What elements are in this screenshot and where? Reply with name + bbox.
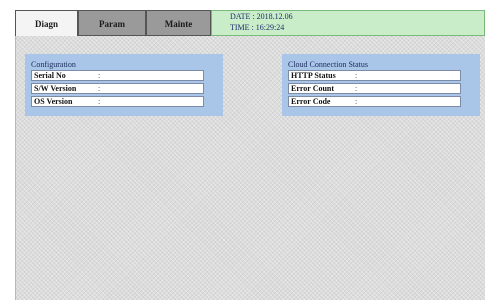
http-status-separator: : xyxy=(355,71,358,80)
tab-param[interactable]: Param xyxy=(78,10,146,36)
error-code-label: Error Code xyxy=(291,97,331,106)
serial-no-row: Serial No : xyxy=(31,70,204,81)
time-display: TIME : 16:29:24 xyxy=(230,23,285,32)
http-status-label: HTTP Status xyxy=(291,71,336,80)
tab-mainte[interactable]: Mainte xyxy=(146,10,211,36)
http-status-row: HTTP Status : xyxy=(288,70,461,81)
error-count-separator: : xyxy=(355,84,358,93)
os-version-label: OS Version xyxy=(34,97,73,106)
cloud-connection-panel: Cloud Connection Status HTTP Status : Er… xyxy=(282,54,480,116)
cloud-connection-title: Cloud Connection Status xyxy=(288,60,368,69)
date-display: DATE : 2018.12.06 xyxy=(230,12,293,21)
sw-version-label: S/W Version xyxy=(34,84,77,93)
os-version-row: OS Version : xyxy=(31,96,204,107)
serial-no-separator: : xyxy=(98,71,101,80)
configuration-panel: Configuration Serial No : S/W Version : … xyxy=(25,54,223,116)
tab-diagn[interactable]: Diagn xyxy=(15,10,78,36)
sw-version-separator: : xyxy=(98,84,101,93)
serial-no-label: Serial No xyxy=(34,71,66,80)
error-code-separator: : xyxy=(355,97,358,106)
tab-divider xyxy=(78,35,211,36)
tab-bar: Diagn Param Mainte DATE : 2018.12.06 TIM… xyxy=(15,10,485,36)
error-count-label: Error Count xyxy=(291,84,335,93)
error-code-row: Error Code : xyxy=(288,96,461,107)
configuration-title: Configuration xyxy=(31,60,76,69)
os-version-separator: : xyxy=(98,97,101,106)
error-count-row: Error Count : xyxy=(288,83,461,94)
sw-version-row: S/W Version : xyxy=(31,83,204,94)
